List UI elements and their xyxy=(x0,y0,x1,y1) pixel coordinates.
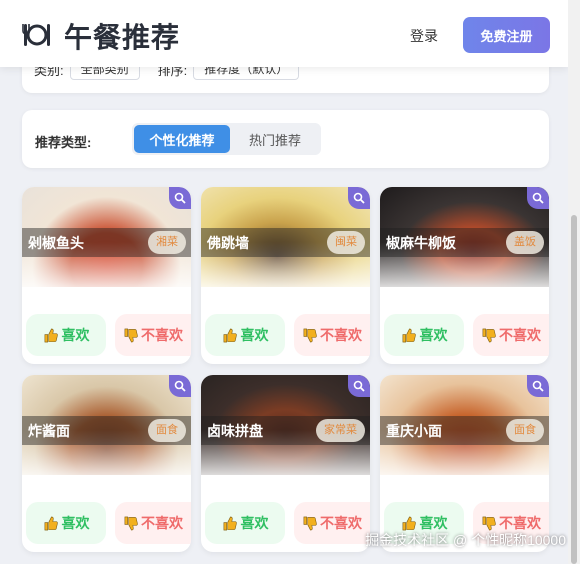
like-button[interactable]: 喜欢 xyxy=(26,502,106,544)
dislike-label: 不喜欢 xyxy=(320,327,362,343)
utensils-icon xyxy=(22,24,50,46)
dish-card[interactable]: 重庆小面 面食 喜欢 不喜欢 xyxy=(380,375,549,552)
zoom-icon[interactable] xyxy=(527,375,549,397)
tab-personalized[interactable]: 个性化推荐 xyxy=(134,125,230,153)
like-label: 喜欢 xyxy=(61,515,90,531)
dish-name: 剁椒鱼头 xyxy=(28,235,84,251)
dislike-button[interactable]: 不喜欢 xyxy=(294,314,370,356)
dish-name: 卤味拼盘 xyxy=(207,423,263,439)
like-label: 喜欢 xyxy=(240,327,269,343)
thumbs-up-icon xyxy=(402,516,416,530)
dish-card[interactable]: 卤味拼盘 家常菜 喜欢 不喜欢 xyxy=(201,375,370,552)
dish-tag: 盖饭 xyxy=(506,231,544,254)
thumbs-up-icon xyxy=(44,516,58,530)
like-label: 喜欢 xyxy=(61,327,90,343)
thumbs-down-icon xyxy=(482,328,496,342)
dish-card[interactable]: 剁椒鱼头 湘菜 喜欢 不喜欢 xyxy=(22,187,191,364)
like-label: 喜欢 xyxy=(240,515,269,531)
thumbs-up-icon xyxy=(223,516,237,530)
dish-tag: 闽菜 xyxy=(327,231,365,254)
zoom-icon[interactable] xyxy=(348,187,370,209)
like-button[interactable]: 喜欢 xyxy=(384,314,464,356)
register-button[interactable]: 免费注册 xyxy=(463,17,550,53)
thumbs-down-icon xyxy=(482,516,496,530)
dislike-button[interactable]: 不喜欢 xyxy=(473,314,549,356)
thumbs-up-icon xyxy=(44,328,58,342)
thumbs-down-icon xyxy=(124,328,138,342)
dish-card[interactable]: 佛跳墙 闽菜 喜欢 不喜欢 xyxy=(201,187,370,364)
like-label: 喜欢 xyxy=(419,327,448,343)
dislike-button[interactable]: 不喜欢 xyxy=(115,314,191,356)
watermark: 掘金技术社区 @ 个性昵称10000 xyxy=(365,532,566,548)
recommend-type-toggle: 个性化推荐 热门推荐 xyxy=(132,123,321,155)
dislike-button[interactable]: 不喜欢 xyxy=(294,502,370,544)
zoom-icon[interactable] xyxy=(169,187,191,209)
zoom-icon[interactable] xyxy=(169,375,191,397)
dish-name: 重庆小面 xyxy=(386,423,442,439)
zoom-icon[interactable] xyxy=(348,375,370,397)
thumbs-up-icon xyxy=(223,328,237,342)
dish-tag: 家常菜 xyxy=(316,419,365,442)
dislike-label: 不喜欢 xyxy=(141,515,183,531)
tab-popular[interactable]: 热门推荐 xyxy=(230,125,320,153)
like-button[interactable]: 喜欢 xyxy=(26,314,106,356)
dislike-label: 不喜欢 xyxy=(320,515,362,531)
dish-name: 椒麻牛柳饭 xyxy=(386,235,456,251)
dislike-label: 不喜欢 xyxy=(499,327,541,343)
thumbs-down-icon xyxy=(303,328,317,342)
scrollbar-thumb[interactable] xyxy=(571,215,577,564)
like-button[interactable]: 喜欢 xyxy=(205,314,285,356)
like-button[interactable]: 喜欢 xyxy=(205,502,285,544)
dish-tag: 湘菜 xyxy=(148,231,186,254)
dish-tag: 面食 xyxy=(506,419,544,442)
dish-name: 炸酱面 xyxy=(28,423,70,439)
top-header: 午餐推荐 登录 免费注册 xyxy=(0,0,568,67)
recommend-type-label: 推荐类型: xyxy=(35,135,92,150)
dish-name: 佛跳墙 xyxy=(207,235,249,251)
thumbs-up-icon xyxy=(402,328,416,342)
thumbs-down-icon xyxy=(124,516,138,530)
recommend-type-card: 推荐类型: 个性化推荐 热门推荐 xyxy=(22,110,549,168)
zoom-icon[interactable] xyxy=(527,187,549,209)
dish-card[interactable]: 椒麻牛柳饭 盖饭 喜欢 不喜欢 xyxy=(380,187,549,364)
thumbs-down-icon xyxy=(303,516,317,530)
dislike-button[interactable]: 不喜欢 xyxy=(115,502,191,544)
scrollbar[interactable] xyxy=(568,0,580,564)
app-title: 午餐推荐 xyxy=(64,22,181,53)
dish-tag: 面食 xyxy=(148,419,186,442)
dislike-label: 不喜欢 xyxy=(141,327,183,343)
dish-card[interactable]: 炸酱面 面食 喜欢 不喜欢 xyxy=(22,375,191,552)
login-link[interactable]: 登录 xyxy=(410,26,438,46)
